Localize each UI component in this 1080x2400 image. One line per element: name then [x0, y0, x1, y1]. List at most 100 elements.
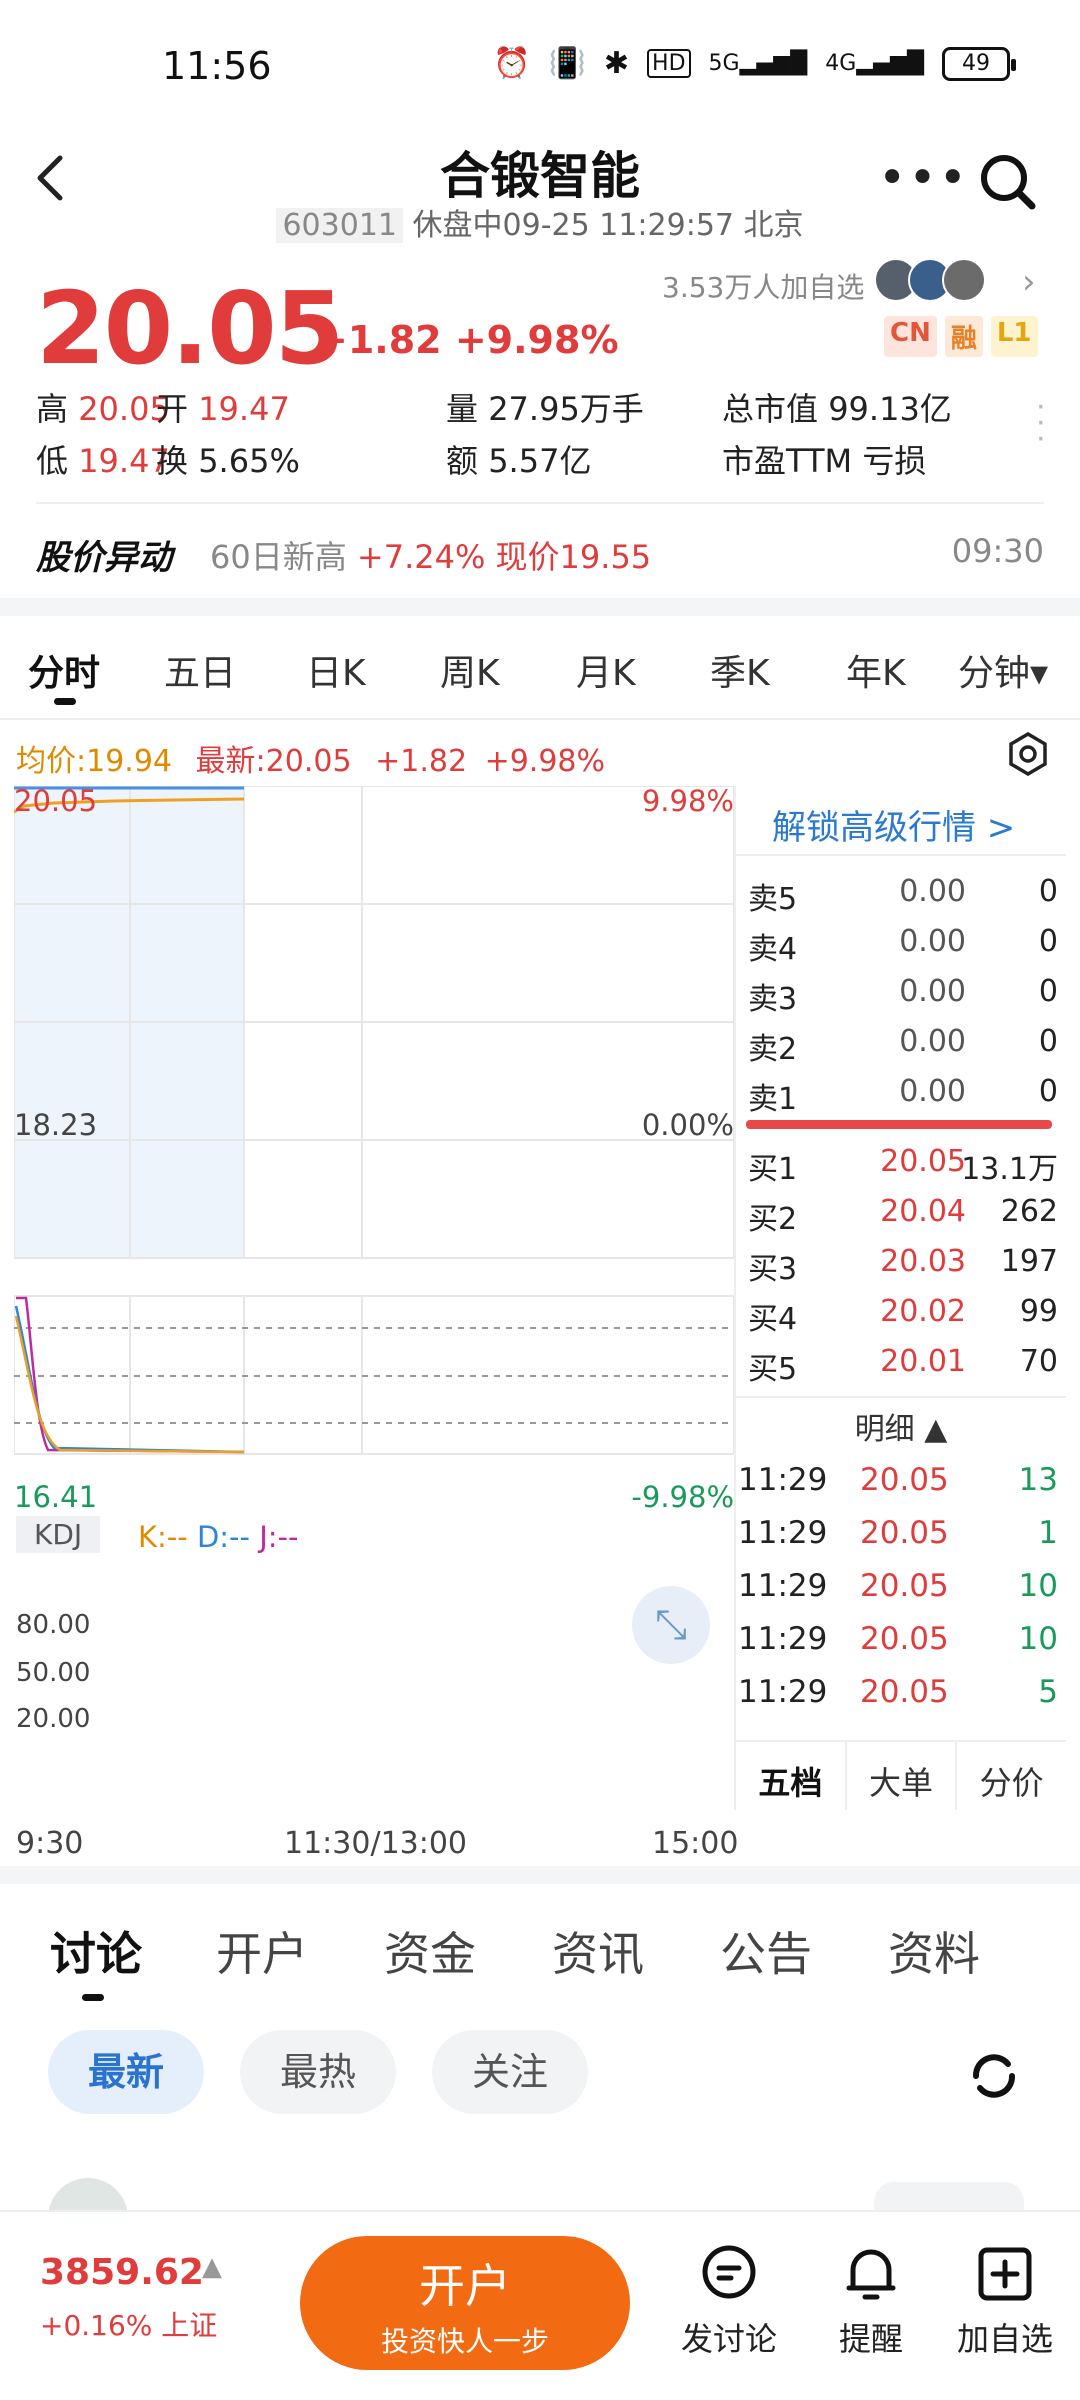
kdj-y-label-50: 50.00: [16, 1658, 91, 1688]
ask-price: 0.00: [899, 924, 966, 959]
y-label-mid: 18.23: [14, 1108, 98, 1142]
tab-news[interactable]: 资讯: [552, 1918, 644, 1984]
more-button[interactable]: •••: [878, 150, 969, 206]
stats-row-2: 低 19.47 换 5.65% 额 5.57亿 市盈TTM 亏损: [36, 436, 1036, 488]
badge-margin[interactable]: 融: [944, 316, 983, 357]
follower-avatars[interactable]: [874, 258, 986, 302]
trade-detail-row: 11:29 20.05 10: [736, 1621, 1066, 1675]
index-value[interactable]: 3859.62: [40, 2252, 204, 2293]
ask-row: 卖5 0.00 0: [736, 874, 1066, 924]
add-watchlist-label: 加自选: [956, 2320, 1053, 2358]
tab-minute[interactable]: 分钟▾: [958, 644, 1048, 696]
ask-price: 0.00: [899, 1024, 966, 1059]
tab-daily-k[interactable]: 日K: [306, 644, 366, 696]
expand-icon: ⤡: [655, 1602, 687, 1648]
ask-volume: 0: [1038, 924, 1058, 959]
kdj-indicator-button[interactable]: KDJ: [16, 1516, 101, 1553]
refresh-button[interactable]: [962, 2044, 1026, 2108]
bid-level-label: 买1: [748, 1152, 798, 1187]
badge-cn[interactable]: CN: [884, 316, 937, 357]
expand-chart-button[interactable]: ⤡: [632, 1586, 710, 1664]
bid-price: 20.01: [880, 1344, 966, 1379]
tab-five-levels[interactable]: 五档: [736, 1742, 847, 1810]
filter-hottest[interactable]: 最热: [240, 2030, 396, 2114]
ask-row: 卖2 0.00 0: [736, 1024, 1066, 1074]
bid-volume: 262: [1000, 1194, 1058, 1229]
kdj-y-label-80: 80.00: [16, 1610, 91, 1640]
search-button[interactable]: [976, 150, 1040, 214]
kdj-y-label-20: 20.00: [16, 1704, 91, 1734]
open-account-sublabel: 投资快人一步: [380, 2325, 549, 2358]
ask-row: 卖4 0.00 0: [736, 924, 1066, 974]
stat-open: 开 19.47: [156, 390, 290, 428]
tab-monthly-k[interactable]: 月K: [576, 644, 636, 696]
tab-price-distribution[interactable]: 分价: [957, 1742, 1066, 1810]
chart-info-row: 均价:19.94 最新:20.05 +1.82 +9.98%: [0, 722, 1080, 782]
bid-row: 买2 20.04 262: [736, 1194, 1066, 1244]
tab-open-account[interactable]: 开户: [216, 1918, 308, 1984]
post-discussion-button[interactable]: 发讨论: [664, 2242, 794, 2360]
trade-detail-toggle[interactable]: 明细 ▲: [736, 1396, 1066, 1447]
latest-pct: +9.98%: [484, 744, 606, 779]
trade-detail-row: 11:29 20.05 5: [736, 1674, 1066, 1728]
stat-amount: 额 5.57亿: [446, 442, 592, 480]
triangle-up-icon: ▲: [202, 2252, 222, 2282]
quote-stats: 高 20.05 开 19.47 量 27.95万手 总市值 99.13亿 低 1…: [36, 384, 1036, 488]
filter-following[interactable]: 关注: [432, 2030, 588, 2114]
stat-volume: 量 27.95万手: [446, 390, 644, 428]
tab-intraday[interactable]: 分时: [28, 644, 100, 696]
stat-pe: 市盈TTM 亏损: [722, 442, 927, 480]
add-square-icon: [978, 2247, 1032, 2301]
trade-time: 11:29: [738, 1568, 828, 1604]
tab-profile[interactable]: 资料: [888, 1918, 980, 1984]
divider: [36, 502, 1044, 504]
ask-volume: 0: [1038, 974, 1058, 1009]
trade-price: 20.05: [860, 1621, 949, 1657]
chevron-right-icon[interactable]: ›: [1022, 262, 1036, 302]
trade-time: 11:29: [738, 1674, 828, 1710]
add-watchlist-button[interactable]: 加自选: [940, 2242, 1070, 2360]
alert-text: 60日新高 +7.24% 现价19.55: [210, 538, 652, 576]
index-change[interactable]: +0.16% 上证: [40, 2304, 217, 2344]
quote-block: 20.05 +1.82 +9.98% 3.53万人加自选 › CN 融 L1 高…: [0, 250, 1080, 504]
unlock-advanced-quotes-link[interactable]: 解锁高级行情 >: [736, 786, 1066, 856]
search-icon: [981, 155, 1036, 210]
ask-level-label: 卖2: [748, 1032, 798, 1067]
ask-price: 0.00: [899, 874, 966, 909]
tab-quarterly-k[interactable]: 季K: [710, 644, 770, 696]
section-separator: [0, 1866, 1080, 1884]
open-account-button[interactable]: 开户 投资快人一步: [300, 2236, 630, 2370]
more-dots-icon: •••: [878, 150, 969, 206]
market-status: 休盘中09-25 11:29:57 北京: [412, 208, 804, 243]
tab-large-orders[interactable]: 大单: [847, 1742, 958, 1810]
tab-funds[interactable]: 资金: [384, 1918, 476, 1984]
post-discussion-label: 发讨论: [680, 2320, 777, 2358]
battery-icon: 49: [942, 46, 1016, 81]
intraday-chart[interactable]: 20.05 18.23 16.41 9.98% 0.00% -9.98% KDJ…: [14, 784, 738, 1886]
ask-volume: 0: [1038, 1074, 1058, 1109]
badge-l1[interactable]: L1: [990, 316, 1038, 357]
gear-icon: [1009, 731, 1047, 777]
tab-discussion[interactable]: 讨论: [50, 1918, 142, 1984]
bid-row: 买5 20.01 70: [736, 1344, 1066, 1394]
bid-ask-divider: [746, 1120, 1052, 1129]
x-label-open: 9:30: [16, 1826, 84, 1861]
tab-announcements[interactable]: 公告: [720, 1918, 812, 1984]
chart-settings-button[interactable]: [1006, 731, 1050, 777]
bid-level-label: 买5: [748, 1352, 798, 1387]
trade-volume: 10: [1018, 1621, 1058, 1657]
alert-button[interactable]: 提醒: [806, 2242, 936, 2360]
stock-code: 603011: [276, 208, 403, 243]
followers-count[interactable]: 3.53万人加自选: [662, 266, 864, 306]
bid-price: 20.02: [880, 1294, 966, 1329]
current-price: 20.05: [36, 270, 344, 387]
ask-level-label: 卖5: [748, 882, 798, 917]
price-alert-row[interactable]: 股价异动 60日新高 +7.24% 现价19.55 09:30: [0, 510, 1080, 600]
status-time: 11:56: [162, 44, 272, 88]
kdj-k-value: K:--: [138, 1520, 188, 1554]
tab-5day[interactable]: 五日: [164, 644, 236, 696]
vertical-dots-icon[interactable]: · · ·: [1036, 393, 1046, 455]
filter-latest[interactable]: 最新: [48, 2030, 204, 2114]
tab-weekly-k[interactable]: 周K: [440, 644, 500, 696]
tab-yearly-k[interactable]: 年K: [846, 644, 906, 696]
